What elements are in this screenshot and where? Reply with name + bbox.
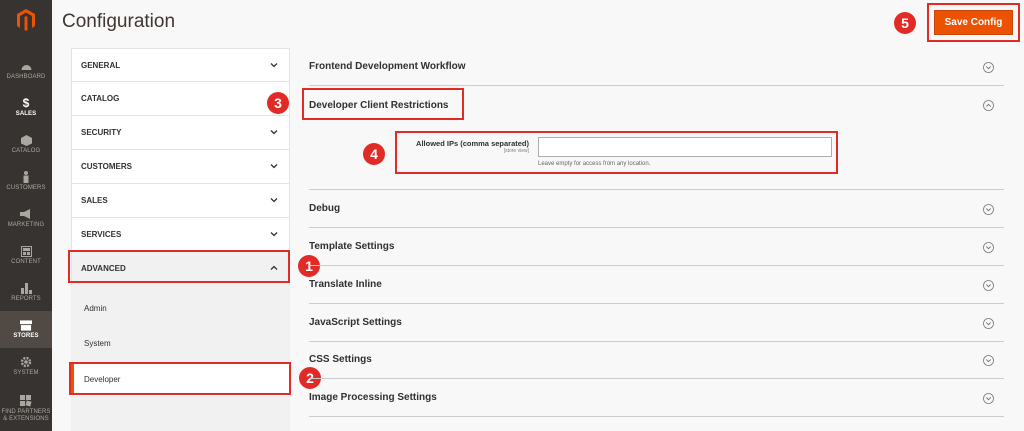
advanced-highlight (68, 250, 290, 283)
save-config-highlight: Save Config (927, 3, 1020, 42)
nav-item-content[interactable]: CONTENT (0, 237, 52, 274)
section-template-settings[interactable]: Template Settings (309, 228, 1004, 266)
save-config-button[interactable]: Save Config (934, 10, 1013, 35)
nav-item-label: DASHBOARD (6, 74, 46, 80)
gear-icon (20, 356, 32, 368)
person-icon (20, 171, 32, 183)
section-title: CSS Settings (309, 354, 372, 365)
section-javascript-settings[interactable]: JavaScript Settings (309, 304, 1004, 342)
collapse-icon (983, 100, 994, 111)
section-highlight (302, 88, 464, 120)
dashboard-icon (20, 60, 32, 72)
expand-icon (983, 355, 994, 366)
section-image-processing[interactable]: Image Processing Settings (309, 379, 1004, 417)
chevron-down-icon (270, 164, 278, 169)
nav-item-sales[interactable]: $ SALES (0, 89, 52, 126)
chevron-down-icon (270, 63, 278, 68)
step-badge-5: 5 (894, 12, 916, 34)
nav-item-label: CONTENT (11, 259, 41, 265)
chevron-down-icon (270, 198, 278, 203)
subtab-admin[interactable]: Admin (71, 291, 290, 325)
megaphone-icon (20, 208, 32, 220)
section-translate-inline[interactable]: Translate Inline (309, 266, 1004, 304)
nav-item-reports[interactable]: REPORTS (0, 274, 52, 311)
advanced-subtabs: Admin System Developer (71, 285, 290, 431)
nav-item-marketing[interactable]: MARKETING (0, 200, 52, 237)
nav-item-label: FIND PARTNERS & EXTENSIONS (1, 409, 51, 422)
page-title: Configuration (62, 11, 176, 32)
nav-item-label: REPORTS (11, 296, 41, 302)
tab-services[interactable]: SERVICES (71, 218, 290, 252)
tab-label: SERVICES (81, 230, 122, 239)
nav-item-label: CUSTOMERS (6, 185, 46, 191)
nav-item-partners[interactable]: FIND PARTNERS & EXTENSIONS (0, 388, 52, 430)
store-icon (20, 319, 32, 331)
layout-icon (20, 245, 32, 257)
subtab-label: System (84, 338, 111, 348)
tab-sales[interactable]: SALES (71, 184, 290, 218)
step-badge-4: 4 (363, 143, 385, 165)
section-title: Translate Inline (309, 279, 382, 290)
section-title: Template Settings (309, 241, 395, 252)
section-debug[interactable]: Debug (309, 190, 1004, 228)
chevron-down-icon (270, 232, 278, 237)
nav-item-label: CATALOG (11, 148, 41, 154)
expand-icon (983, 204, 994, 215)
nav-item-label: MARKETING (7, 222, 45, 228)
section-title: Frontend Development Workflow (309, 61, 466, 72)
blocks-icon (20, 395, 32, 407)
section-frontend-workflow[interactable]: Frontend Development Workflow (309, 48, 1004, 86)
nav-item-label: SALES (15, 111, 37, 117)
subtab-system[interactable]: System (71, 326, 290, 360)
allowed-ips-input[interactable] (538, 137, 832, 157)
expand-icon (983, 242, 994, 253)
expand-icon (983, 393, 994, 404)
scope-label: [store view] (503, 148, 529, 154)
magento-logo[interactable] (0, 0, 52, 40)
nav-item-customers[interactable]: CUSTOMERS (0, 163, 52, 200)
nav-item-dashboard[interactable]: DASHBOARD (0, 52, 52, 89)
field-note: Leave empty for access from any location… (538, 161, 651, 167)
step-badge-3: 3 (267, 92, 289, 114)
expand-icon (983, 62, 994, 73)
tab-label: GENERAL (81, 60, 121, 70)
admin-sidebar: DASHBOARD $ SALES CATALOG CUSTOMERS MARK… (0, 0, 52, 431)
tab-customers[interactable]: CUSTOMERS (71, 150, 290, 184)
nav-item-label: STORES (13, 333, 39, 339)
tab-label: SECURITY (81, 128, 122, 137)
tab-label: CUSTOMERS (81, 162, 132, 171)
tab-general[interactable]: GENERAL (71, 48, 290, 82)
cube-icon (20, 134, 32, 146)
allowed-ips-label: Allowed IPs (comma separated) (416, 139, 529, 148)
nav-item-system[interactable]: SYSTEM (0, 348, 52, 385)
section-title: Debug (309, 203, 341, 214)
nav-item-label: SYSTEM (13, 370, 39, 376)
subtab-label: Admin (84, 303, 107, 313)
tab-security[interactable]: SECURITY (71, 116, 290, 150)
nav-item-catalog[interactable]: CATALOG (0, 126, 52, 163)
bar-chart-icon (20, 282, 32, 294)
section-title: JavaScript Settings (309, 317, 402, 328)
expand-icon (983, 318, 994, 329)
tab-label: SALES (81, 196, 108, 205)
developer-highlight (69, 362, 291, 395)
section-title: Image Processing Settings (309, 392, 437, 403)
section-css-settings[interactable]: CSS Settings (309, 341, 1004, 379)
dollar-icon: $ (22, 96, 30, 110)
tab-label: CATALOG (81, 94, 120, 103)
chevron-down-icon (270, 130, 278, 135)
tab-catalog[interactable]: CATALOG (71, 82, 290, 116)
nav-item-stores[interactable]: STORES (0, 311, 52, 348)
expand-icon (983, 280, 994, 291)
